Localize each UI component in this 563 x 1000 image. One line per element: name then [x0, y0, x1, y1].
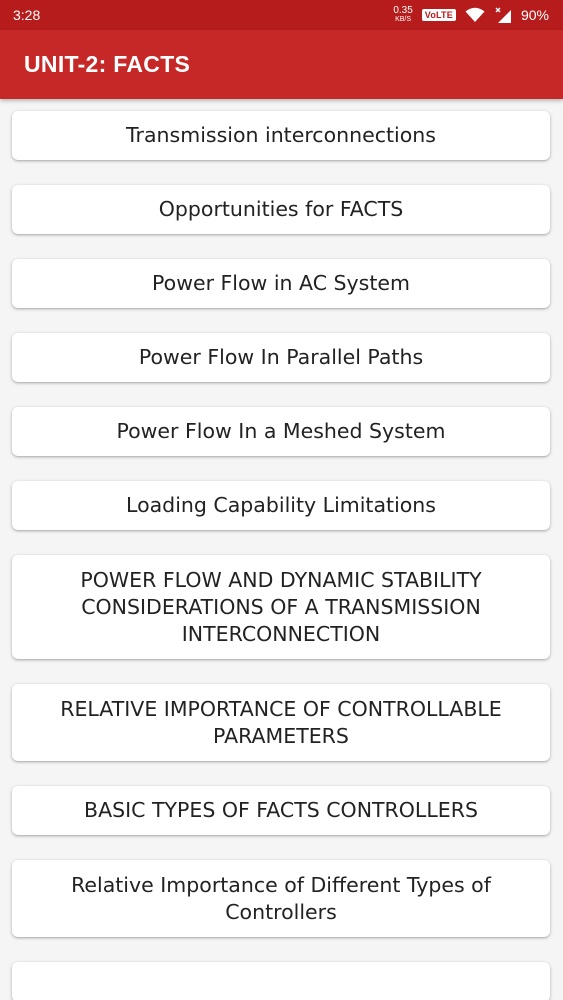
app-bar: UNIT-2: FACTS — [0, 30, 563, 99]
wifi-icon — [465, 7, 485, 22]
topic-list: Transmission interconnections Opportunit… — [12, 111, 550, 1000]
topic-item-power-flow-dynamic-stability[interactable]: POWER FLOW AND DYNAMIC STABILITY CONSIDE… — [12, 555, 550, 659]
topic-item-relative-importance-controller-types[interactable]: Relative Importance of Different Types o… — [12, 860, 550, 937]
topic-item-partial[interactable] — [12, 962, 550, 1000]
topic-item-transmission-interconnections[interactable]: Transmission interconnections — [12, 111, 550, 160]
topic-label: Opportunities for FACTS — [158, 197, 404, 221]
network-speed-value: 0.35 — [393, 5, 413, 16]
topic-label: Power Flow in AC System — [152, 271, 410, 295]
topic-label: Relative Importance of Different Types o… — [71, 872, 491, 924]
topic-label: RELATIVE IMPORTANCE OF CONTROLLABLE PARA… — [60, 696, 502, 748]
topic-label: Power Flow In Parallel Paths — [138, 345, 424, 369]
volte-icon: VoLTE — [421, 9, 456, 21]
topic-item-power-flow-meshed-system[interactable]: Power Flow In a Meshed System — [12, 407, 550, 456]
battery-percent: 90% — [520, 7, 549, 23]
network-speed: 0.35 KB/S — [393, 6, 412, 24]
topic-label: Power Flow In a Meshed System — [116, 419, 446, 443]
topic-item-power-flow-ac-system[interactable]: Power Flow in AC System — [12, 259, 550, 308]
topic-label: Transmission interconnections — [126, 123, 436, 147]
topic-label: POWER FLOW AND DYNAMIC STABILITY CONSIDE… — [80, 567, 482, 646]
topic-item-basic-types-facts-controllers[interactable]: BASIC TYPES OF FACTS CONTROLLERS — [12, 786, 550, 835]
topic-item-relative-importance-controllable-parameters[interactable]: RELATIVE IMPORTANCE OF CONTROLLABLE PARA… — [12, 684, 550, 761]
status-bar: 3:28 0.35 KB/S VoLTE 90% — [0, 0, 563, 30]
network-speed-unit: KB/S — [395, 16, 412, 23]
topic-item-power-flow-parallel-paths[interactable]: Power Flow In Parallel Paths — [12, 333, 550, 382]
status-icons: 0.35 KB/S VoLTE 90% — [393, 6, 549, 24]
cell-signal-icon — [495, 7, 511, 23]
topic-item-opportunities-for-facts[interactable]: Opportunities for FACTS — [12, 185, 550, 234]
topic-item-loading-capability-limitations[interactable]: Loading Capability Limitations — [12, 481, 550, 530]
topic-label: Loading Capability Limitations — [126, 493, 436, 517]
status-time: 3:28 — [13, 7, 41, 23]
page-title: UNIT-2: FACTS — [24, 51, 191, 77]
topic-label: BASIC TYPES OF FACTS CONTROLLERS — [84, 798, 478, 822]
